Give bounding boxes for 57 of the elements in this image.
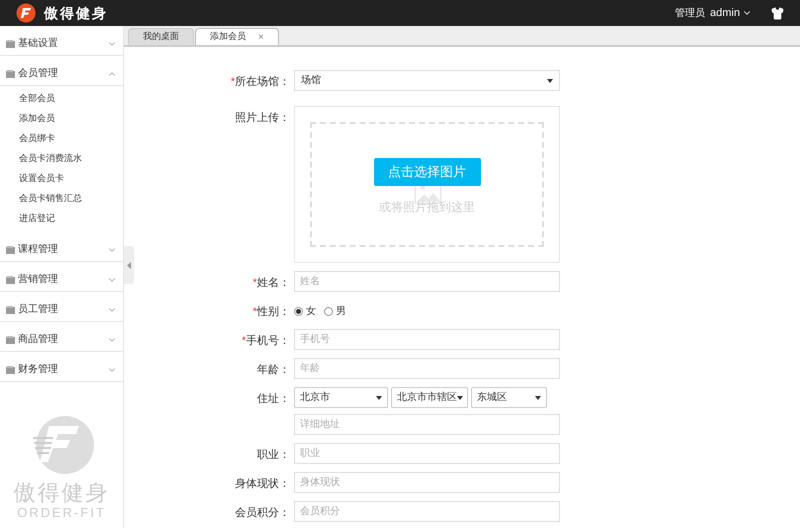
folder-icon — [6, 40, 15, 48]
text-input[interactable]: 职业 — [294, 443, 560, 464]
menu-header[interactable]: 员工管理 — [0, 298, 123, 322]
field-label: 年龄： — [257, 364, 290, 376]
gender-radio[interactable]: 男 — [324, 304, 346, 319]
folder-icon — [6, 276, 15, 284]
region-select[interactable]: 东城区 — [471, 387, 547, 408]
submenu-item[interactable]: 设置会员卡 — [0, 169, 123, 189]
page-tab[interactable]: 添加会员 × — [195, 28, 279, 45]
shirt-icon[interactable] — [771, 6, 784, 20]
field-label: 身体现状： — [235, 478, 290, 490]
field-label: *性别： — [252, 306, 290, 318]
field-label: *所在场馆： — [230, 76, 290, 88]
venue-select[interactable]: 场馆 — [294, 70, 560, 91]
text-input[interactable]: 姓名 — [294, 271, 560, 292]
field-label: 会员积分： — [235, 507, 290, 519]
caret-icon — [535, 396, 541, 400]
text-input[interactable]: 年龄 — [294, 358, 560, 379]
field-label: 职业： — [257, 449, 290, 461]
folder-icon — [6, 336, 15, 344]
text-input[interactable]: 身体现状 — [294, 472, 560, 493]
submenu-item[interactable]: 会员卡消费流水 — [0, 149, 123, 169]
menu-header[interactable]: 会员管理 — [0, 62, 123, 86]
folder-icon — [6, 246, 15, 254]
menu-header[interactable]: 课程管理 — [0, 238, 123, 262]
field-label: 照片上传： — [235, 112, 290, 124]
submenu-item[interactable]: 进店登记 — [0, 209, 123, 229]
folder-icon — [6, 70, 15, 78]
submenu-item[interactable]: 会员卡销售汇总 — [0, 189, 123, 209]
menu-header[interactable]: 基础设置 — [0, 32, 123, 56]
text-input[interactable]: 手机号 — [294, 329, 560, 350]
close-icon[interactable]: × — [258, 30, 264, 44]
text-input[interactable]: 会员积分 — [294, 501, 560, 522]
menu-header[interactable]: 商品管理 — [0, 328, 123, 352]
caret-icon — [376, 396, 382, 400]
folder-icon — [6, 366, 15, 374]
folder-icon — [6, 306, 15, 314]
field-label: *姓名： — [252, 277, 290, 289]
submenu-item[interactable]: 全部会员 — [0, 89, 123, 109]
user-menu[interactable]: admin — [710, 4, 752, 22]
region-select[interactable]: 北京市 — [294, 387, 388, 408]
brand-logo-icon — [16, 3, 36, 23]
submenu-item[interactable]: 添加会员 — [0, 109, 123, 129]
caret-icon — [457, 396, 463, 400]
gender-radio[interactable]: 女 — [294, 304, 316, 319]
address-input[interactable]: 详细地址 — [294, 414, 560, 435]
region-select[interactable]: 北京市市辖区 — [391, 387, 468, 408]
caret-icon — [547, 78, 553, 82]
user-role: 管理员 — [675, 6, 706, 20]
field-label: *手机号： — [242, 335, 290, 347]
brand-name: 傲得健身 — [44, 4, 108, 22]
field-label: 住址： — [257, 393, 290, 405]
collapse-handle[interactable] — [124, 246, 134, 284]
page-tab[interactable]: 我的桌面 — [128, 28, 194, 45]
menu-header[interactable]: 营销管理 — [0, 268, 123, 292]
submenu-item[interactable]: 会员绑卡 — [0, 129, 123, 149]
menu-header[interactable]: 财务管理 — [0, 358, 123, 382]
